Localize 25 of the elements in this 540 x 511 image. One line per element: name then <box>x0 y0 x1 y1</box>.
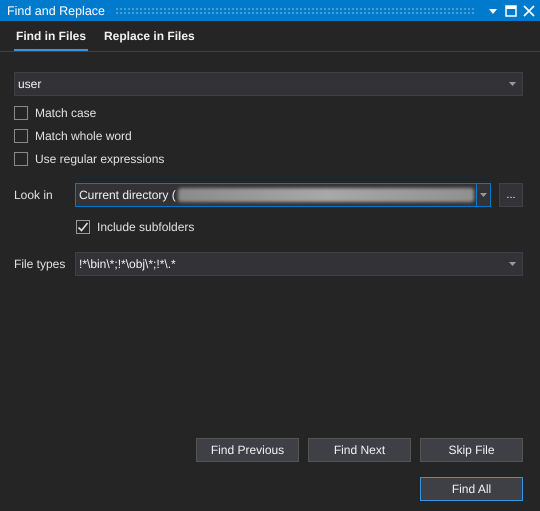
checkbox[interactable] <box>14 129 28 143</box>
search-field[interactable]: user <box>14 72 523 96</box>
checkbox[interactable] <box>14 106 28 120</box>
checkbox-label: Use regular expressions <box>35 152 164 166</box>
window-title: Find and Replace <box>7 4 105 18</box>
checkbox-label: Include subfolders <box>97 220 194 234</box>
button[interactable]: Find All <box>420 477 523 501</box>
checkbox-label: Match case <box>35 106 96 120</box>
dropdown-arrow-icon[interactable] <box>509 262 516 266</box>
close-icon[interactable] <box>522 4 536 18</box>
file-types-field[interactable]: !*\bin\*;!*\obj\*;!*\.* <box>75 252 523 276</box>
checkbox-label: Match whole word <box>35 129 132 143</box>
field-label: File types <box>14 257 66 271</box>
dropdown-arrow-icon[interactable] <box>509 82 516 86</box>
dropdown-arrow-icon[interactable] <box>480 193 487 197</box>
button[interactable]: Find Next <box>308 438 411 462</box>
button[interactable]: Find Previous <box>196 438 299 462</box>
maximize-icon[interactable] <box>504 4 518 18</box>
look-in-field[interactable]: Current directory ( <box>75 183 491 207</box>
checkbox[interactable] <box>14 152 28 166</box>
tab[interactable]: Find in Files <box>14 27 88 51</box>
field-label: Look in <box>14 188 54 202</box>
button[interactable]: Skip File <box>420 438 523 462</box>
browse-button[interactable]: ... <box>499 183 523 207</box>
tab[interactable]: Replace in Files <box>102 27 197 49</box>
